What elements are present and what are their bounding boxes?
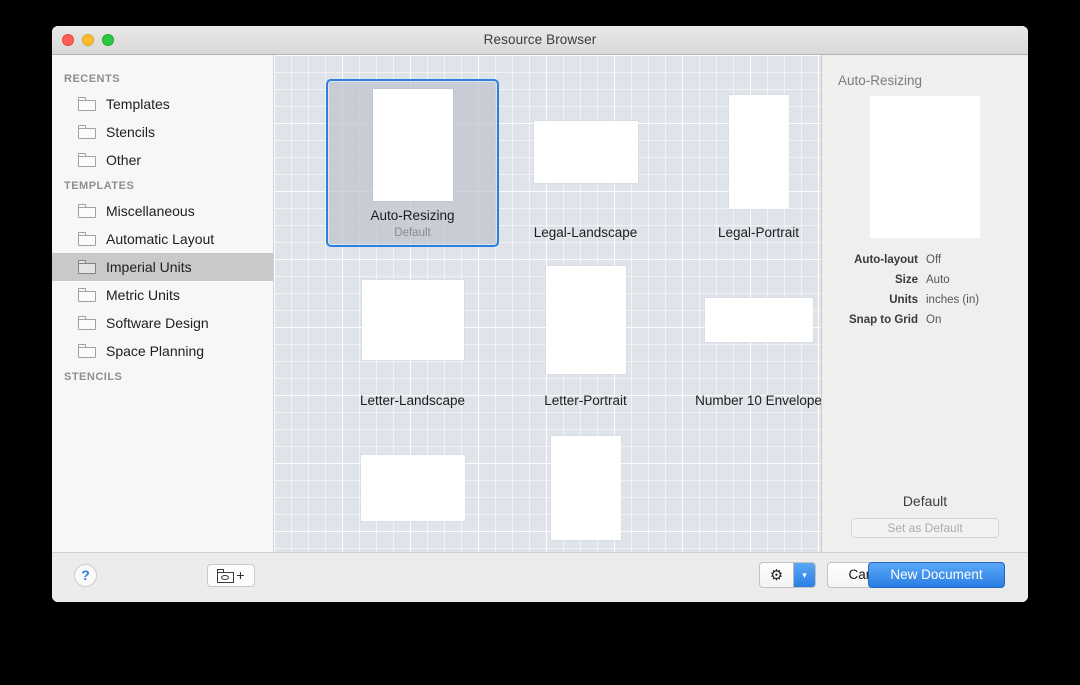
template-label: Legal-Landscape (533, 225, 638, 240)
property-row: Snap to Grid On (838, 312, 1012, 329)
template-label: Auto-Resizing (370, 208, 455, 223)
maximize-button[interactable] (102, 34, 114, 46)
preview-paper (870, 96, 980, 238)
sidebar-section-header-templates: TEMPLATES (64, 180, 135, 192)
sidebar: RECENTS Templates Stencils Other TEMPLAT… (52, 55, 274, 552)
sidebar-item-other[interactable]: Other (52, 146, 273, 174)
template-thumbnail (328, 81, 497, 208)
folder-icon (78, 344, 96, 358)
folder-icon (78, 260, 96, 274)
folder-icon (78, 232, 96, 246)
default-label: Default (902, 493, 948, 509)
property-value: Auto (926, 274, 950, 286)
folder-icon (78, 316, 96, 330)
inspector-title: Auto-Resizing (838, 73, 923, 88)
template-grid: Auto-Resizing Default Legal-Landscape Legal… (274, 55, 821, 552)
title-bar: Resource Browser (52, 26, 1028, 55)
template-label: Legal-Portrait (717, 225, 800, 240)
inspector-preview (838, 96, 1012, 238)
template-tile[interactable]: Legal-Portrait (672, 79, 821, 247)
sidebar-item-label: Imperial Units (106, 259, 192, 275)
template-tile[interactable]: Auto-Resizing Default (326, 79, 499, 247)
sidebar-item-label: Metric Units (106, 287, 180, 303)
template-tile[interactable]: Number 10 Envelope (672, 247, 821, 415)
property-key: Size (894, 274, 918, 286)
inspector-footer: Default Set as Default (822, 493, 1028, 538)
template-paper (728, 95, 789, 209)
template-paper (545, 266, 626, 374)
footer-toolbar: ? + ⚙ ▾ Cancel New Document (52, 552, 1028, 602)
inspector-panel: Auto-Resizing Auto-layout Off Size Auto … (821, 55, 1028, 552)
template-paper (360, 455, 465, 521)
help-button[interactable]: ? (74, 564, 97, 587)
folder-icon (78, 204, 96, 218)
property-value: inches (in) (926, 294, 980, 306)
template-tile[interactable]: Tabloid-Portrait (499, 415, 672, 552)
window-body: RECENTS Templates Stencils Other TEMPLAT… (52, 55, 1028, 552)
sidebar-item-imperial-units[interactable]: Imperial Units (52, 253, 273, 281)
template-paper (372, 88, 453, 201)
resource-browser-window: Resource Browser RECENTS Templates Stenc… (52, 26, 1028, 602)
template-sublabel: Default (394, 227, 431, 239)
property-value: Off (926, 254, 942, 266)
add-stencil-button[interactable]: + (207, 564, 255, 587)
close-button[interactable] (62, 34, 74, 46)
template-paper (550, 436, 621, 540)
minimize-button[interactable] (82, 34, 94, 46)
template-label: Number 10 Envelope (695, 393, 821, 408)
property-row: Size Auto (838, 272, 1012, 289)
property-key: Snap to Grid (849, 314, 918, 326)
template-paper (704, 298, 813, 342)
property-row: Auto-layout Off (838, 252, 1012, 269)
sidebar-item-templates[interactable]: Templates (52, 90, 273, 118)
property-row: Units inches (in) (838, 292, 1012, 309)
sidebar-item-space-planning[interactable]: Space Planning (52, 337, 273, 365)
template-thumbnail (672, 79, 821, 225)
sidebar-item-miscellaneous[interactable]: Miscellaneous (52, 197, 273, 225)
template-thumbnail (326, 247, 499, 393)
template-label: Letter-Landscape (359, 393, 466, 408)
template-thumbnail (499, 415, 672, 552)
sidebar-section-header-stencils: STENCILS (64, 371, 123, 383)
template-thumbnail (672, 247, 821, 393)
template-tile[interactable]: Legal-Landscape (499, 79, 672, 247)
sidebar-item-label: Software Design (106, 315, 209, 331)
template-tile[interactable]: Letter-Landscape (326, 247, 499, 415)
sidebar-item-label: Miscellaneous (106, 203, 195, 219)
property-value: On (926, 314, 942, 326)
plus-icon: + (236, 567, 245, 583)
sidebar-item-label: Automatic Layout (106, 231, 215, 247)
new-document-button[interactable]: New Document (868, 562, 1005, 588)
template-paper (361, 280, 464, 360)
template-thumbnail (499, 79, 672, 225)
template-label: Letter-Portrait (544, 393, 627, 408)
folder-icon (78, 97, 96, 111)
template-thumbnail (326, 415, 499, 552)
template-thumbnail (499, 247, 672, 393)
sidebar-item-software-design[interactable]: Software Design (52, 309, 273, 337)
sidebar-item-label: Space Planning (106, 343, 205, 359)
chevron-down-icon: ▾ (793, 563, 815, 587)
sidebar-item-metric-units[interactable]: Metric Units (52, 281, 273, 309)
sidebar-item-label: Other (106, 152, 142, 168)
property-key: Auto-layout (854, 254, 918, 266)
folder-icon (78, 288, 96, 302)
stencil-folder-icon (217, 568, 235, 583)
sidebar-item-label: Stencils (106, 124, 156, 140)
sidebar-section-header-recents: RECENTS (64, 73, 121, 85)
template-tile[interactable]: Tabloid-Landscape (326, 415, 499, 552)
folder-icon (78, 125, 96, 139)
set-as-default-button[interactable]: Set as Default (851, 518, 999, 538)
gear-icon: ⚙ (760, 563, 793, 587)
sidebar-item-stencils[interactable]: Stencils (52, 118, 273, 146)
template-paper (533, 121, 638, 183)
sidebar-item-label: Templates (106, 96, 170, 112)
window-controls (62, 34, 114, 46)
sidebar-item-automatic-layout[interactable]: Automatic Layout (52, 225, 273, 253)
property-key: Units (889, 294, 918, 306)
window-title: Resource Browser (483, 32, 597, 47)
folder-icon (78, 153, 96, 167)
action-menu-button[interactable]: ⚙ ▾ (759, 562, 816, 588)
template-tile[interactable]: Letter-Portrait (499, 247, 672, 415)
